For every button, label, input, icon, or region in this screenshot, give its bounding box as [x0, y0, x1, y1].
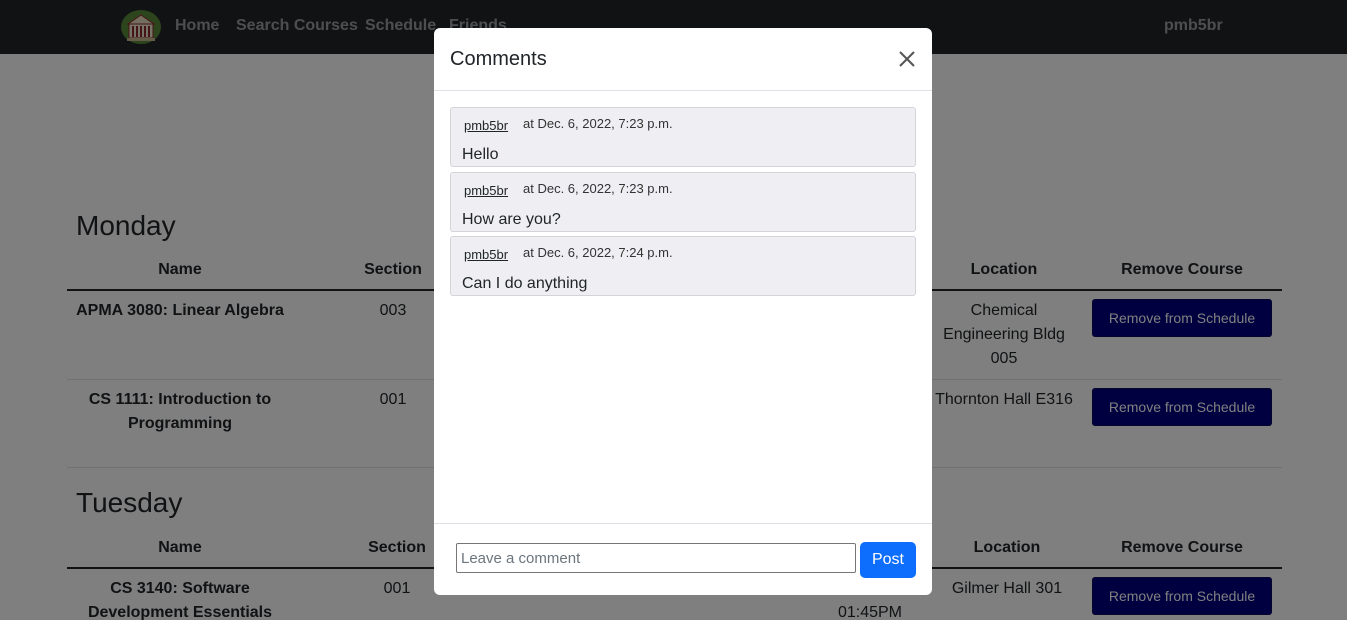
comment-input[interactable]	[456, 543, 856, 573]
comment-author-link[interactable]: pmb5br	[464, 247, 508, 262]
comments-modal: Comments pmb5br at Dec. 6, 2022, 7:23 p.…	[434, 28, 932, 595]
comment-item: pmb5br at Dec. 6, 2022, 7:23 p.m. How ar…	[450, 172, 916, 232]
modal-footer: Post	[434, 523, 932, 595]
modal-title: Comments	[450, 48, 547, 70]
comment-text: Can I do anything	[462, 275, 588, 292]
comment-timestamp: at Dec. 6, 2022, 7:23 p.m.	[523, 181, 673, 196]
modal-header: Comments	[434, 28, 932, 91]
post-button[interactable]: Post	[860, 542, 916, 578]
comment-author-link[interactable]: pmb5br	[464, 118, 508, 133]
close-icon[interactable]	[896, 48, 918, 70]
comment-timestamp: at Dec. 6, 2022, 7:23 p.m.	[523, 116, 673, 131]
comment-text: Hello	[462, 146, 499, 163]
comment-item: pmb5br at Dec. 6, 2022, 7:23 p.m. Hello	[450, 107, 916, 167]
comment-author-link[interactable]: pmb5br	[464, 183, 508, 198]
comment-text: How are you?	[462, 211, 561, 228]
comment-timestamp: at Dec. 6, 2022, 7:24 p.m.	[523, 245, 673, 260]
comment-item: pmb5br at Dec. 6, 2022, 7:24 p.m. Can I …	[450, 236, 916, 296]
